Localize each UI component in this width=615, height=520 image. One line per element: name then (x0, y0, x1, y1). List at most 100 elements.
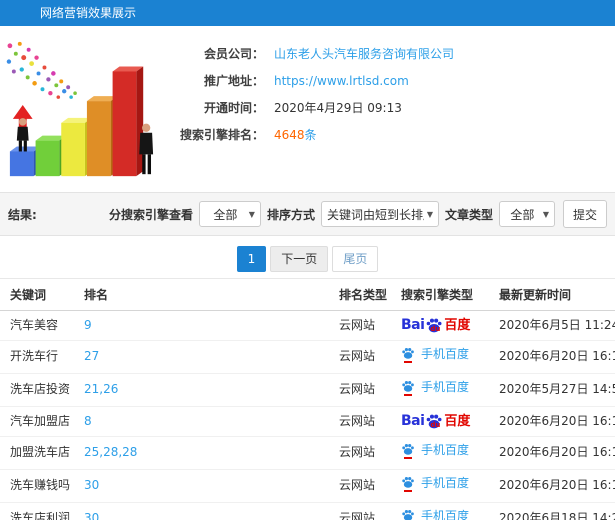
engine-cell: 手机百度 (397, 502, 495, 520)
promo-url-link[interactable]: https://www.lrtlsd.com (274, 74, 409, 88)
mobile-baidu-badge: 手机百度 (401, 442, 469, 459)
baidu-paw-icon (401, 442, 416, 459)
time-cell: 2020年6月5日 11:24 (495, 310, 615, 341)
mobile-baidu-label: 手机百度 (421, 347, 470, 361)
page-button-current[interactable]: 1 (236, 246, 267, 272)
keyword-cell: 洗车店投资 (0, 373, 80, 407)
engine-cell: Bai du 百度 (397, 406, 495, 437)
chevron-down-icon: ▼ (426, 209, 433, 219)
mobile-baidu-badge: 手机百度 (401, 508, 469, 520)
bar-chart-clipart-icon (6, 41, 154, 177)
rank-value[interactable]: 30 (84, 511, 99, 520)
sort-label: 排序方式 (266, 207, 315, 222)
open-time-label: 开通时间： (203, 101, 264, 115)
rank-cell: 30 (80, 502, 335, 520)
info-section: 会员公司： 山东老人头汽车服务咨询有限公司 推广地址： https://www.… (0, 26, 615, 192)
mobile-baidu-label: 手机百度 (421, 476, 470, 490)
article-type-label: 文章类型 (444, 207, 493, 222)
rank-cell: 8 (80, 406, 335, 437)
keyword-cell: 开洗车行 (0, 340, 80, 374)
header-rank-type: 排名类型 (335, 278, 397, 311)
baidu-paw-icon (401, 475, 416, 492)
rank-count[interactable]: 4648 (274, 128, 305, 142)
promo-url-label: 推广地址： (203, 74, 264, 88)
company-info-list: 会员公司： 山东老人头汽车服务咨询有限公司 推广地址： https://www.… (162, 26, 615, 192)
rank-value[interactable]: 30 (84, 478, 99, 492)
rank-value[interactable]: 21,26 (84, 382, 118, 396)
baidu-logo: Bai du 百度 (401, 412, 471, 430)
time-cell: 2020年6月20日 16:12 (495, 406, 615, 437)
rank-cell: 9 (80, 310, 335, 341)
member-company-link[interactable]: 山东老人头汽车服务咨询有限公司 (274, 45, 454, 62)
rank-cell: 30 (80, 469, 335, 503)
rank-cell: 21,26 (80, 373, 335, 407)
table-row: 汽车美容 9 云网站 Bai du 百度 2020年6月5日 11:24 (0, 310, 615, 341)
time-cell: 2020年6月20日 16:12 (495, 469, 615, 503)
results-table: 关键词 排名 排名类型 搜索引擎类型 最新更新时间 汽车美容 9 云网站 Bai… (0, 278, 615, 520)
engine-rank-value[interactable]: 4648条 (274, 126, 317, 143)
filter-bar: 结果: 分搜索引擎查看 全部 ▼ 排序方式 关键词由短到长排序 ▼ 文章类型 全… (0, 192, 615, 236)
chevron-down-icon: ▼ (542, 209, 549, 219)
baidu-paw-icon (401, 346, 416, 363)
table-header-row: 关键词 排名 排名类型 搜索引擎类型 最新更新时间 (0, 278, 615, 311)
mobile-baidu-badge: 手机百度 (401, 475, 469, 492)
time-cell: 2020年6月20日 16:11 (495, 436, 615, 470)
article-type-select[interactable]: 全部 ▼ (498, 201, 555, 227)
engine-cell: 手机百度 (397, 436, 495, 470)
table-row: 汽车加盟店 8 云网站 Bai du 百度 2020年6月20日 16:12 (0, 406, 615, 437)
header-update-time: 最新更新时间 (495, 278, 615, 311)
table-row: 洗车店利润 30 云网站 手机百度 2020年6月18日 14:27 (0, 502, 615, 520)
time-cell: 2020年6月18日 14:27 (495, 502, 615, 520)
sort-value: 关键词由短到长排序 (326, 207, 424, 222)
engine-filter-label: 分搜索引擎查看 (108, 207, 193, 222)
baidu-paw-icon (401, 379, 416, 396)
time-cell: 2020年6月20日 16:16 (495, 340, 615, 374)
submit-button[interactable]: 提交 (562, 200, 607, 228)
member-company-row: 会员公司： 山东老人头汽车服务咨询有限公司 (162, 40, 615, 67)
header-keyword: 关键词 (0, 278, 80, 311)
promo-url-row: 推广地址： https://www.lrtlsd.com (162, 67, 615, 94)
mobile-baidu-label: 手机百度 (421, 509, 470, 520)
mobile-baidu-badge: 手机百度 (401, 379, 469, 396)
rank-value[interactable]: 8 (84, 414, 92, 428)
table-row: 加盟洗车店 25,28,28 云网站 手机百度 2020年6月20日 16:11 (0, 436, 615, 470)
mobile-baidu-label: 手机百度 (421, 380, 470, 394)
rank-type-cell: 云网站 (335, 469, 397, 503)
baidu-paw-icon: du (425, 316, 443, 334)
rank-type-cell: 云网站 (335, 373, 397, 407)
open-time-row: 开通时间： 2020年4月29日 09:13 (162, 94, 615, 121)
engine-cell: 手机百度 (397, 340, 495, 374)
last-page-button[interactable]: 尾页 (332, 246, 379, 272)
header-rank: 排名 (80, 278, 335, 311)
rank-type-cell: 云网站 (335, 310, 397, 341)
title-bar: 网络营销效果展示 (0, 0, 615, 26)
page-title: 网络营销效果展示 (40, 6, 137, 20)
sort-select[interactable]: 关键词由短到长排序 ▼ (320, 201, 439, 227)
rank-value[interactable]: 27 (84, 349, 99, 363)
next-page-button[interactable]: 下一页 (270, 246, 329, 272)
mobile-baidu-badge: 手机百度 (401, 346, 469, 363)
keyword-cell: 汽车加盟店 (0, 406, 80, 437)
article-type-value: 全部 (510, 207, 535, 222)
keyword-cell: 汽车美容 (0, 310, 80, 341)
rank-value[interactable]: 9 (84, 318, 92, 332)
baidu-paw-icon: du (425, 412, 443, 430)
rank-unit[interactable]: 条 (305, 128, 317, 142)
engine-cell: Bai du 百度 (397, 310, 495, 341)
rank-cell: 27 (80, 340, 335, 374)
header-engine-type: 搜索引擎类型 (397, 278, 495, 311)
open-time-value: 2020年4月29日 09:13 (274, 101, 402, 115)
keyword-cell: 加盟洗车店 (0, 436, 80, 470)
table-row: 洗车赚钱吗 30 云网站 手机百度 2020年6月20日 16:12 (0, 469, 615, 503)
engine-filter-select[interactable]: 全部 ▼ (198, 201, 261, 227)
rank-type-cell: 云网站 (335, 502, 397, 520)
baidu-paw-icon (401, 508, 416, 520)
time-cell: 2020年5月27日 14:58 (495, 373, 615, 407)
keyword-cell: 洗车店利润 (0, 502, 80, 520)
engine-rank-label: 搜索引擎排名： (179, 128, 264, 142)
keyword-cell: 洗车赚钱吗 (0, 469, 80, 503)
pagination: 1 下一页 尾页 (0, 246, 615, 272)
rank-value[interactable]: 25,28,28 (84, 445, 137, 459)
chevron-down-icon: ▼ (248, 209, 255, 219)
rank-cell: 25,28,28 (80, 436, 335, 470)
